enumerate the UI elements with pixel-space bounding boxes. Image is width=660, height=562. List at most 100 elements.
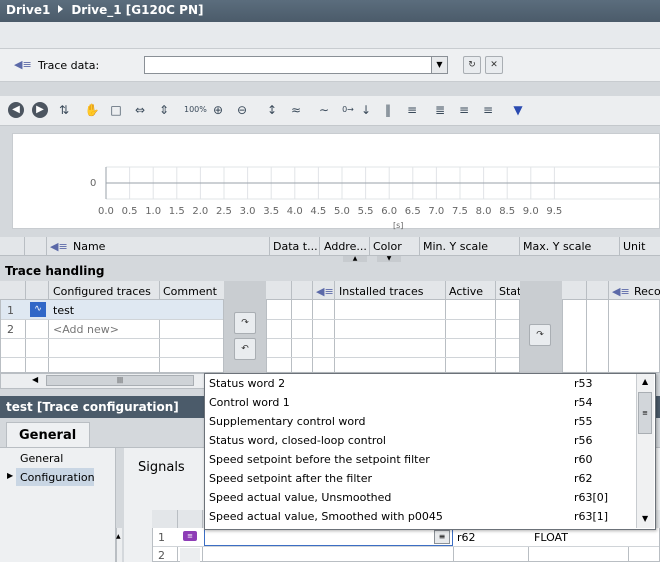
pan-reset-icon[interactable]: ⇅: [54, 100, 74, 120]
col-data-type[interactable]: Data t...: [273, 240, 318, 253]
x-tick-label: 7.5: [452, 206, 468, 217]
col-configured-traces[interactable]: Configured traces: [53, 285, 151, 298]
tab-general[interactable]: General: [6, 422, 90, 448]
dropdown-item-name: Speed actual value, Unsmoothed: [209, 491, 392, 504]
scroll-left-icon[interactable]: ◀: [32, 375, 38, 384]
add-new-trace[interactable]: <Add new>: [53, 323, 119, 336]
config-nav: [0, 448, 116, 562]
sample-icon[interactable]: ↓: [356, 100, 376, 120]
trace-data-label: Trace data:: [38, 59, 100, 72]
dropdown-item-param: r54: [574, 396, 593, 409]
x-tick-label: 2.5: [216, 206, 232, 217]
vertical-cursor-icon[interactable]: ‖: [378, 100, 398, 120]
x-tick-label: 9.5: [546, 206, 563, 217]
trace-data-select[interactable]: ▼: [144, 56, 448, 74]
collapse-installed-icon[interactable]: ◀≡: [316, 285, 334, 298]
dropdown-item-param: r60: [574, 453, 593, 466]
dropdown-item[interactable]: Speed actual value, Unsmoothed r63[0]: [205, 488, 635, 507]
dropdown-item[interactable]: Status word, closed-loop control r56: [205, 431, 635, 450]
collapse-recorded-icon[interactable]: ◀≡: [612, 285, 630, 298]
trace-name[interactable]: test: [53, 304, 74, 317]
x-tick-label: 4.5: [310, 206, 327, 217]
col-status[interactable]: Stat: [499, 285, 521, 298]
trace-row-number: 1: [7, 304, 14, 317]
dropdown-scroll-up-icon[interactable]: ▲: [642, 377, 648, 386]
x-tick-label: 1.5: [168, 206, 185, 217]
device-name: Drive_1 [G120C PN]: [71, 3, 204, 17]
dropdown-item-name: Speed actual value, Smoothed with p0045: [209, 510, 443, 523]
zoom-out-icon[interactable]: ⊖: [232, 100, 252, 120]
dropdown-scroll-down-icon[interactable]: ▼: [642, 514, 648, 523]
trace-handling-title: Trace handling: [0, 262, 660, 280]
config-scroll-up-icon[interactable]: ▲: [116, 533, 121, 540]
dropdown-item[interactable]: Control word 1 r54: [205, 393, 635, 412]
add-row-number: 2: [7, 323, 14, 336]
zoom-vertical-icon[interactable]: ⇕: [154, 100, 174, 120]
align-right-icon[interactable]: ≡: [478, 100, 498, 120]
dropdown-item[interactable]: Speed setpoint before the setpoint filte…: [205, 450, 635, 469]
trace-config-title: test [Trace configuration]: [0, 396, 204, 418]
dropdown-item[interactable]: Speed actual value, Smoothed with p0045 r…: [205, 507, 635, 526]
collapse-signals-icon[interactable]: ◀≡: [50, 240, 68, 253]
zoom-horizontal-icon[interactable]: ⇔: [130, 100, 150, 120]
x-tick-label: 0.0: [98, 206, 114, 217]
collapse-arrow-icon[interactable]: ◀≡: [14, 58, 32, 71]
col-comment[interactable]: Comment: [163, 285, 217, 298]
nav-general[interactable]: General: [20, 452, 63, 465]
back-icon[interactable]: ◀: [8, 102, 24, 118]
col-unit[interactable]: Unit: [623, 240, 645, 253]
nav-configuration[interactable]: Configuration: [20, 471, 95, 484]
fit-curves-icon[interactable]: ≈: [286, 100, 306, 120]
zoom-in-icon[interactable]: ⊕: [208, 100, 228, 120]
signal-browse-icon[interactable]: ≡: [434, 530, 450, 544]
col-installed-traces[interactable]: Installed traces: [339, 285, 423, 298]
dropdown-item[interactable]: Speed setpoint after the filter r62: [205, 469, 635, 488]
load-trace-icon[interactable]: ↻: [463, 56, 481, 74]
transfer-from-device-icon[interactable]: ↶: [234, 338, 256, 360]
x-tick-label: 8.5: [499, 206, 516, 217]
export-icon[interactable]: ▼: [508, 100, 528, 120]
dropdown-item[interactable]: Supplementary control word r55: [205, 412, 635, 431]
col-color[interactable]: Color: [373, 240, 402, 253]
signal-data-type: FLOAT: [534, 531, 568, 544]
project-name: Drive1: [6, 3, 51, 17]
col-address[interactable]: Addre...: [324, 240, 367, 253]
signal-name-input[interactable]: [204, 528, 453, 546]
dropdown-scroll-thumb[interactable]: ≡: [638, 392, 652, 434]
trace-curve-icon: ∿: [30, 302, 46, 317]
dropdown-item-name: Speed setpoint before the setpoint filte…: [209, 453, 430, 466]
dropdown-item-param: r63[1]: [574, 510, 609, 523]
scroll-thumb[interactable]: |||: [46, 375, 194, 386]
delete-trace-icon[interactable]: ✕: [485, 56, 503, 74]
dropdown-item-param: r55: [574, 415, 593, 428]
x-tick-label: 1.0: [145, 206, 162, 217]
transfer-to-device-icon[interactable]: ↷: [234, 312, 256, 334]
values-icon[interactable]: 0→: [338, 100, 358, 120]
align-left-icon[interactable]: ≡: [454, 100, 474, 120]
dropdown-item-name: Status word 2: [209, 377, 286, 390]
dropdown-item[interactable]: Status word 2 r53: [205, 374, 635, 393]
col-recorded[interactable]: Reco: [634, 285, 660, 298]
title-bar: Drive1 Drive_1 [G120C PN]: [0, 0, 660, 22]
horizontal-cursor-icon[interactable]: ≡: [402, 100, 422, 120]
signals-label: Signals: [138, 460, 185, 475]
x-tick-label: 7.0: [428, 206, 445, 217]
forward-icon[interactable]: ▶: [32, 102, 48, 118]
breadcrumb-separator-icon: [58, 5, 64, 13]
dropdown-arrow-icon[interactable]: ▼: [431, 57, 447, 73]
zoom-area-icon[interactable]: □: [106, 100, 126, 120]
col-name[interactable]: Name: [73, 240, 105, 253]
col-max-y[interactable]: Max. Y scale: [523, 240, 591, 253]
dropdown-item-param: r62: [574, 472, 593, 485]
col-min-y[interactable]: Min. Y scale: [423, 240, 488, 253]
measure-cursor-icon[interactable]: ∼: [314, 100, 334, 120]
col-active[interactable]: Active: [449, 285, 483, 298]
zoom-100-icon[interactable]: 100%: [184, 100, 207, 120]
list-icon[interactable]: ≣: [430, 100, 450, 120]
fit-vertical-icon[interactable]: ↕: [262, 100, 282, 120]
hand-tool-icon[interactable]: ✋: [82, 100, 102, 120]
x-tick-label: 4.0: [286, 206, 303, 217]
editor-top-strip: [0, 22, 660, 48]
copy-to-project-icon[interactable]: ↷: [529, 324, 551, 346]
expand-arrow-icon[interactable]: ▶: [7, 471, 13, 480]
